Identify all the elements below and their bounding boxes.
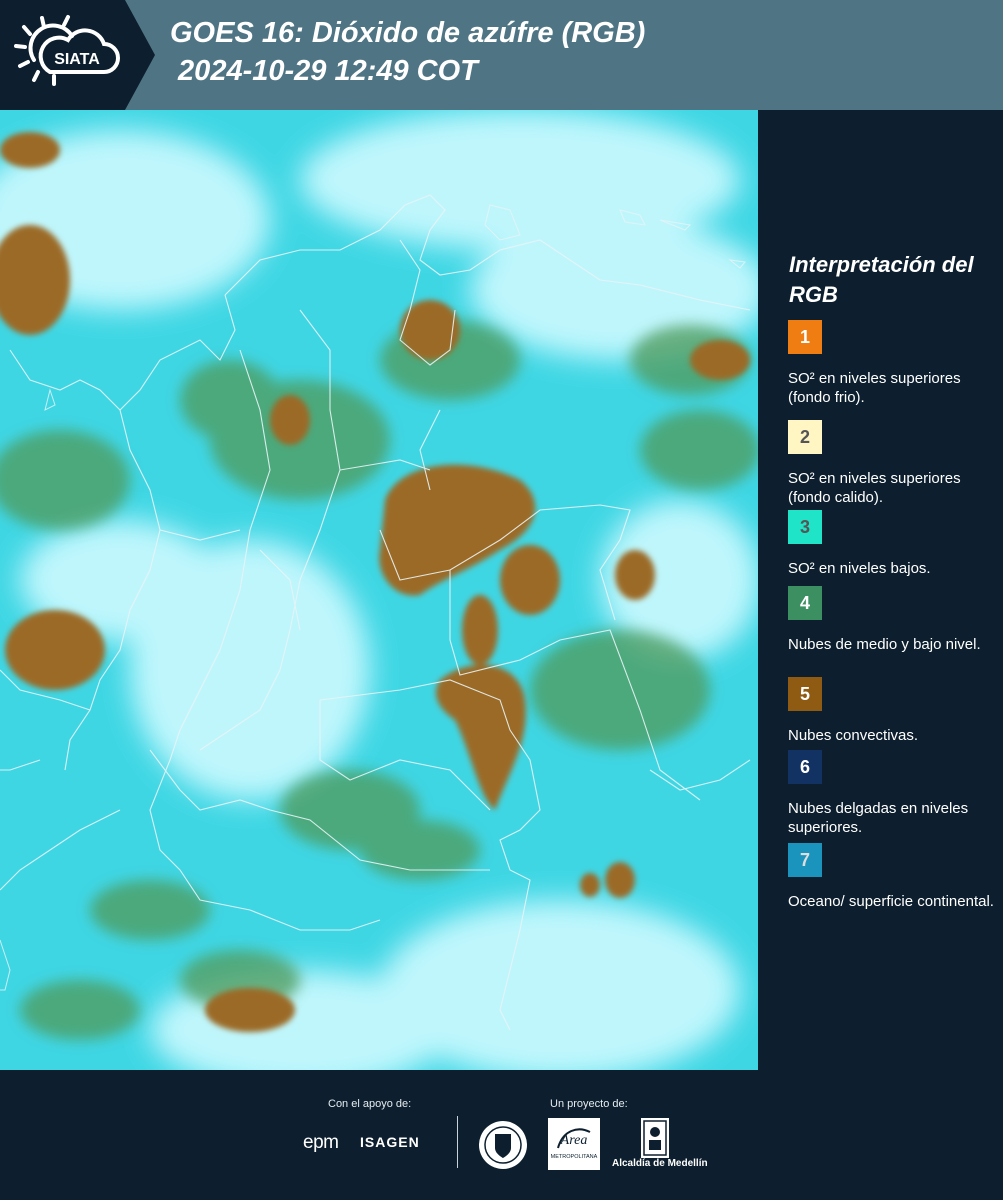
legend-item-5: 5 Nubes convectivas.: [788, 677, 998, 745]
svg-text:SIATA: SIATA: [54, 51, 100, 68]
legend-item-3: 3 SO² en niveles bajos.: [788, 510, 998, 578]
area-logo-mark: Area METROPOLITANA: [551, 1128, 598, 1160]
sun-cloud-icon: SIATA: [14, 15, 120, 86]
satellite-map: [0, 110, 758, 1070]
legend-item-4: 4 Nubes de medio y bajo nivel.: [788, 586, 998, 654]
legend-swatch: 5: [788, 677, 822, 711]
legend-panel: Interpretación del RGB 1 SO² en niveles …: [760, 110, 1003, 1070]
legend-item-2: 2 SO² en niveles superiores (fondo calid…: [788, 420, 998, 507]
legend-swatch: 7: [788, 843, 822, 877]
svg-text:METROPOLITANA: METROPOLITANA: [551, 1154, 598, 1160]
municipal-seal-icon: [479, 1121, 527, 1169]
svg-text:Area: Area: [560, 1133, 588, 1148]
footer-bar: Con el apoyo de: Un proyecto de: epm ISA…: [0, 1070, 1003, 1200]
legend-item-6: 6 Nubes delgadas en niveles superiores.: [788, 750, 998, 837]
alcaldia-emblem-icon: [641, 1118, 669, 1158]
siata-logo: SIATA: [0, 0, 155, 110]
isagen-logo: ISAGEN: [360, 1134, 420, 1150]
legend-title: Interpretación del RGB: [789, 252, 974, 307]
support-label: Con el apoyo de:: [328, 1098, 412, 1110]
header-bar: SIATA GOES 16: Dióxido de azúfre (RGB) 2…: [0, 0, 1003, 110]
page-title: GOES 16: Dióxido de azúfre (RGB) 2024-10…: [170, 17, 646, 87]
legend-description: SO² en niveles superiores (fondo calido)…: [788, 470, 961, 506]
map-graphic: [0, 110, 758, 1070]
legend-swatch: 3: [788, 510, 822, 544]
legend-description: Nubes de medio y bajo nivel.: [788, 636, 981, 653]
legend-description: SO² en niveles bajos.: [788, 560, 931, 577]
footer-divider: [457, 1116, 458, 1168]
shield-icon: [643, 1120, 667, 1156]
epm-logo: epm: [303, 1132, 339, 1153]
project-label: Un proyecto de:: [550, 1098, 628, 1110]
legend-description: Nubes delgadas en niveles superiores.: [788, 800, 969, 836]
legend-item-1: 1 SO² en niveles superiores (fondo frio)…: [788, 320, 998, 407]
legend-swatch: 6: [788, 750, 822, 784]
legend-description: Oceano/ superficie continental.: [788, 893, 994, 910]
legend-swatch: 2: [788, 420, 822, 454]
legend-item-7: 7 Oceano/ superficie continental.: [788, 843, 998, 911]
legend-swatch: 4: [788, 586, 822, 620]
legend-swatch: 1: [788, 320, 822, 354]
legend-description: SO² en niveles superiores (fondo frio).: [788, 370, 961, 406]
area-metropolitana-logo: Area METROPOLITANA: [548, 1118, 600, 1170]
legend-description: Nubes convectivas.: [788, 727, 919, 744]
alcaldia-label: Alcaldía de Medellín: [612, 1158, 708, 1169]
